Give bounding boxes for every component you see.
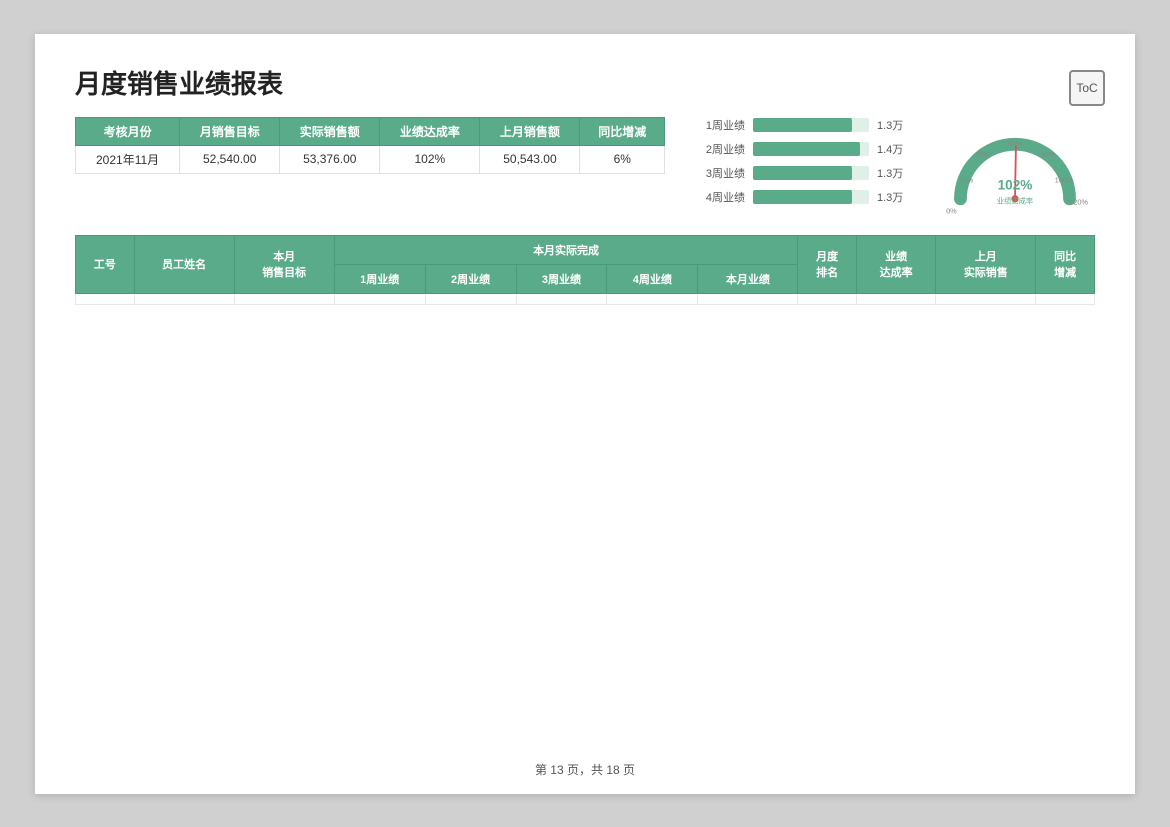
summary-row: 2021年11月 52,540.00 53,376.00 102% 50,543… [76,145,665,173]
gauge-value: 102% [998,177,1033,192]
td-monthly-target: 52,540.00 [180,145,280,173]
gauge-chart: 0% 20% 40% 60% 80% 100% 120% 102% [935,117,1095,217]
summary-section: 考核月份 月销售目标 实际销售额 业绩达成率 上月销售额 同比增减 2021年1… [75,117,1095,217]
table-row [76,293,1095,304]
weekly-value-3: 1.3万 [877,165,905,181]
weekly-row-3: 3周业绩 1.3万 [705,165,905,181]
weekly-value-2: 1.4万 [877,141,905,157]
th-achievement-rate-col: 业绩达成率 [856,235,935,293]
th-monthly-total: 本月业绩 [698,264,798,293]
footer-text: 第 13 页，共 18 页 [535,763,635,777]
th-week2: 2周业绩 [425,264,516,293]
th-actual-sales: 实际销售额 [280,117,380,145]
th-monthly-sales-target: 本月销售目标 [234,235,334,293]
weekly-label-3: 3周业绩 [705,165,745,181]
th-employee-id: 工号 [76,235,135,293]
main-table-header-row-1: 工号 员工姓名 本月销售目标 本月实际完成 月度排名 业绩达成率 上月实际销售 … [76,235,1095,264]
gauge-tick-0: 0% [946,206,957,215]
th-week1: 1周业绩 [334,264,425,293]
main-table-body [76,293,1095,304]
page-footer: 第 13 页，共 18 页 [35,761,1135,778]
gauge-label: 业绩达成率 [997,196,1033,205]
weekly-bar-bg-2 [753,142,869,156]
weekly-bar-bg-1 [753,118,869,132]
weekly-bar-fill-3 [753,166,852,180]
td-achievement-rate: 102% [380,145,480,173]
weekly-row-4: 4周业绩 1.3万 [705,189,905,205]
td-month: 2021年11月 [76,145,180,173]
gauge-tick-20: 20% [959,175,974,184]
th-last-month-actual: 上月实际销售 [936,235,1036,293]
summary-table: 考核月份 月销售目标 实际销售额 业绩达成率 上月销售额 同比增减 2021年1… [75,117,665,174]
gauge-svg: 0% 20% 40% 60% 80% 100% 120% 102% [935,117,1095,217]
th-monthly-rank: 月度排名 [798,235,857,293]
th-month: 考核月份 [76,117,180,145]
td-actual-sales: 53,376.00 [280,145,380,173]
weekly-bar-fill-2 [753,142,860,156]
charts-container: 1周业绩 1.3万 2周业绩 1.4万 3周业绩 1.3万 4周业绩 1.3万 [705,117,1095,217]
gauge-tick-80: 80% [1040,150,1055,159]
gauge-tick-120: 120% [1069,197,1088,206]
gauge-tick-100: 100% [1055,175,1074,184]
th-last-month-sales: 上月销售额 [480,117,580,145]
report-page: ToC 月度销售业绩报表 考核月份 月销售目标 实际销售额 业绩达成率 上月销售… [35,34,1135,794]
th-yoy-change-col: 同比增减 [1036,235,1095,293]
weekly-bar-chart: 1周业绩 1.3万 2周业绩 1.4万 3周业绩 1.3万 4周业绩 1.3万 [705,117,905,205]
gauge-tick-40: 40% [975,150,990,159]
th-yoy-change: 同比增减 [580,117,665,145]
weekly-row-2: 2周业绩 1.4万 [705,141,905,157]
th-achievement-rate: 业绩达成率 [380,117,480,145]
weekly-bar-fill-4 [753,190,852,204]
th-monthly-actual: 本月实际完成 [334,235,798,264]
td-yoy-change: 6% [580,145,665,173]
weekly-bar-bg-3 [753,166,869,180]
gauge-tick-60: 60% [1008,139,1023,148]
th-employee-name: 员工姓名 [134,235,234,293]
toc-button[interactable]: ToC [1069,70,1105,106]
weekly-value-1: 1.3万 [877,117,905,133]
weekly-label-1: 1周业绩 [705,117,745,133]
weekly-bar-fill-1 [753,118,852,132]
th-monthly-target: 月销售目标 [180,117,280,145]
th-week3: 3周业绩 [516,264,607,293]
main-table: 工号 员工姓名 本月销售目标 本月实际完成 月度排名 业绩达成率 上月实际销售 … [75,235,1095,305]
weekly-label-2: 2周业绩 [705,141,745,157]
th-week4: 4周业绩 [607,264,698,293]
weekly-row-1: 1周业绩 1.3万 [705,117,905,133]
summary-table-container: 考核月份 月销售目标 实际销售额 业绩达成率 上月销售额 同比增减 2021年1… [75,117,665,217]
toc-label: ToC [1076,81,1097,95]
weekly-label-4: 4周业绩 [705,189,745,205]
page-title: 月度销售业绩报表 [75,64,1095,101]
weekly-bar-bg-4 [753,190,869,204]
weekly-value-4: 1.3万 [877,189,905,205]
td-last-month-sales: 50,543.00 [480,145,580,173]
